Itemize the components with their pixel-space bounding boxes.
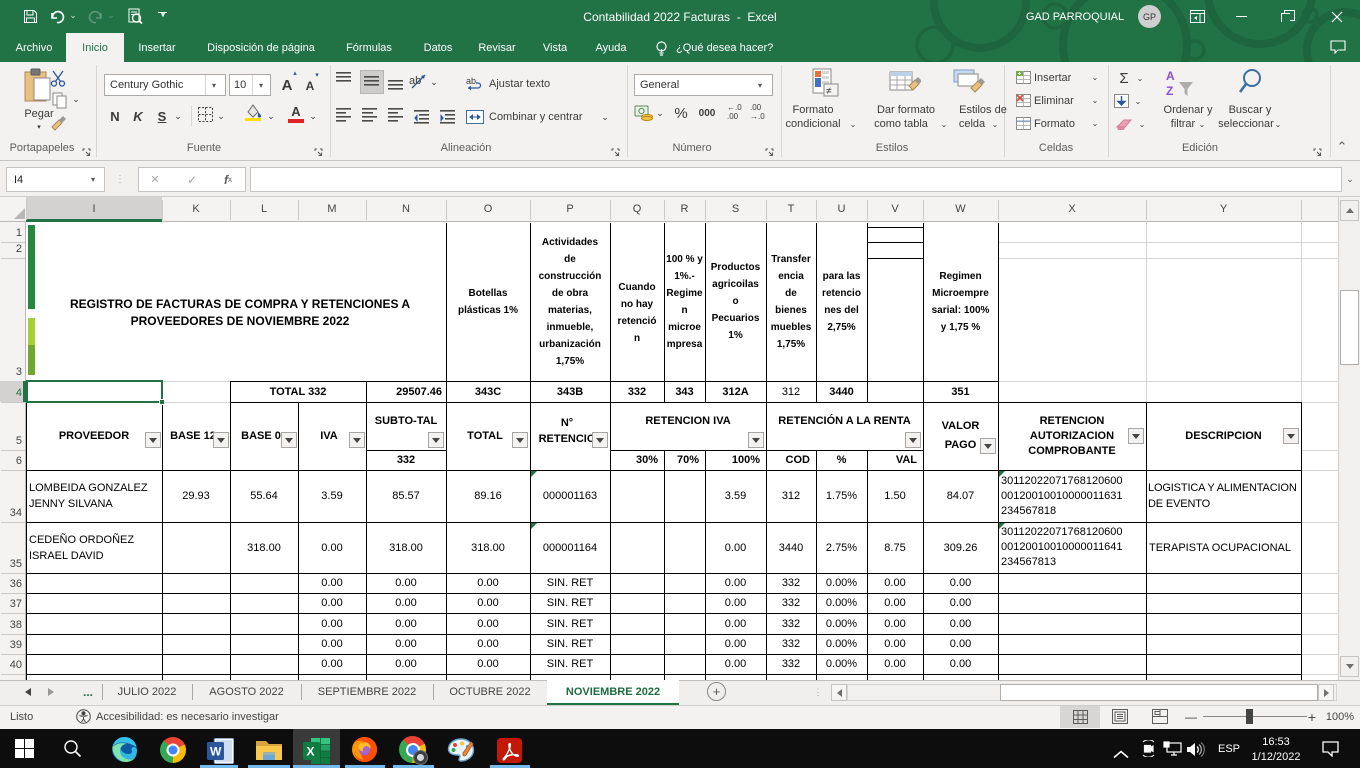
svg-text:≠: ≠ xyxy=(826,86,832,97)
svg-text:W: W xyxy=(210,745,222,759)
svg-text:A: A xyxy=(1166,69,1175,83)
svg-text:.00: .00 xyxy=(750,103,762,112)
svg-text:Z: Z xyxy=(1166,84,1173,98)
svg-text:ab: ab xyxy=(466,76,476,86)
svg-text:X: X xyxy=(307,745,315,759)
svg-text:→.0: →.0 xyxy=(750,112,765,120)
svg-text:←.0: ←.0 xyxy=(727,103,742,112)
svg-text:.00: .00 xyxy=(727,112,739,120)
